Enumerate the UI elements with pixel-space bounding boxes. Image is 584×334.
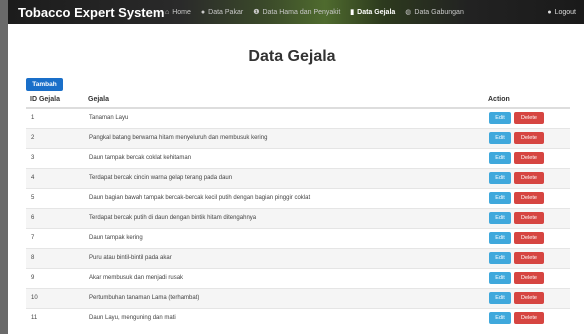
user-icon: ● — [547, 8, 552, 16]
table-row: 4 Terdapat bercak cincin warna gelap tera… — [26, 167, 570, 188]
cell-action: Edit Delete — [484, 307, 570, 328]
info-icon: ❶ — [253, 9, 260, 16]
delete-button[interactable]: Delete — [514, 152, 544, 164]
nav-item-label: Data Pakar — [208, 8, 244, 16]
table-row: 1 Tanaman Layu Edit Delete — [26, 107, 570, 128]
nav-item-label: Data Gabungan — [414, 8, 464, 16]
cell-action: Edit Delete — [484, 267, 570, 288]
table-row: 8 Puru atau bintil-bintil pada akar Edit De… — [26, 247, 570, 268]
table-row: 2 Pangkal batang berwarna hitam menyeluru… — [26, 127, 570, 148]
cell-id: 3 — [26, 147, 84, 168]
globe-icon: ◍ — [405, 9, 412, 16]
cell-gejala: Daun Layu, menguning dan mati — [84, 307, 484, 328]
cell-gejala: Terdapat bercak cincin warna gelap teran… — [84, 167, 484, 188]
cell-gejala: Daun tampak bercak coklat kehitaman — [84, 147, 484, 168]
delete-button[interactable]: Delete — [514, 272, 544, 284]
table-row: 9 Akar membusuk dan menjadi rusak Edit Dele… — [26, 267, 570, 288]
cell-id: 8 — [26, 247, 84, 268]
gejala-table: ID Gejala Gejala Action 1 Tanaman Layu Edi… — [26, 92, 570, 328]
cell-id: 9 — [26, 267, 84, 288]
header-gejala: Gejala — [84, 92, 484, 109]
cell-gejala: Daun bagian bawah tampak bercak-bercak k… — [84, 187, 484, 208]
nav-item-data-gabungan[interactable]: ◍ Data Gabungan — [400, 0, 469, 24]
cell-action: Edit Delete — [484, 287, 570, 308]
cell-action: Edit Delete — [484, 247, 570, 268]
cell-gejala: Daun tampak kering — [84, 227, 484, 248]
nav-item-label: Data Hama dan Penyakit — [262, 8, 341, 16]
table-row: 5 Daun bagian bawah tampak bercak-bercak … — [26, 187, 570, 208]
delete-button[interactable]: Delete — [514, 212, 544, 224]
cell-id: 7 — [26, 227, 84, 248]
edit-button[interactable]: Edit — [489, 192, 511, 204]
cell-id: 4 — [26, 167, 84, 188]
edit-button[interactable]: Edit — [489, 272, 511, 284]
nav-item-data-hama-dan-penyakit[interactable]: ❶ Data Hama dan Penyakit — [248, 0, 345, 24]
home-icon: ⌂ — [165, 8, 170, 16]
cell-action: Edit Delete — [484, 107, 570, 128]
table-row: 10 Pertumbuhan tanaman Lama (terhambat) Ed… — [26, 287, 570, 308]
edit-button[interactable]: Edit — [489, 252, 511, 264]
delete-button[interactable]: Delete — [514, 232, 544, 244]
cell-gejala: Pangkal batang berwarna hitam menyeluruh… — [84, 127, 484, 148]
cell-gejala: Tanaman Layu — [84, 107, 484, 128]
page-title: Data Gejala — [248, 48, 336, 65]
cell-action: Edit Delete — [484, 167, 570, 188]
cell-action: Edit Delete — [484, 187, 570, 208]
cell-action: Edit Delete — [484, 127, 570, 148]
table-row: 3 Daun tampak bercak coklat kehitaman Edit… — [26, 147, 570, 168]
nav-item-data-gejala[interactable]: ▮ Data Gejala — [345, 0, 400, 24]
brand-title: Tobacco Expert System — [18, 4, 165, 20]
header-id: ID Gejala — [26, 92, 84, 109]
delete-button[interactable]: Delete — [514, 292, 544, 304]
user-icon: ● — [200, 8, 206, 16]
delete-button[interactable]: Delete — [514, 172, 544, 184]
cell-gejala: Terdapat bercak putih di daun dengan bin… — [84, 207, 484, 228]
cell-action: Edit Delete — [484, 207, 570, 228]
header-action: Action — [484, 92, 570, 109]
cell-id: 1 — [26, 107, 84, 128]
cell-action: Edit Delete — [484, 147, 570, 168]
main-nav: ⌂ Home ● Data Pakar ❶ Data Hama dan Penyakit ▮… — [160, 0, 469, 24]
table-row: 6 Terdapat bercak putih di daun dengan bi… — [26, 207, 570, 228]
delete-button[interactable]: Delete — [514, 132, 544, 144]
delete-button[interactable]: Delete — [514, 192, 544, 204]
cell-id: 2 — [26, 127, 84, 148]
logout-label: Logout — [554, 8, 576, 16]
top-navbar: Tobacco Expert System ⌂ Home ● Data Pakar ❶ D… — [8, 0, 584, 24]
edit-button[interactable]: Edit — [489, 172, 511, 184]
delete-button[interactable]: Delete — [514, 112, 544, 125]
cell-gejala: Puru atau bintil-bintil pada akar — [84, 247, 484, 268]
cell-action: Edit Delete — [484, 227, 570, 248]
cell-id: 5 — [26, 187, 84, 208]
delete-button[interactable]: Delete — [514, 312, 544, 325]
document-icon: ▮ — [350, 9, 355, 16]
table-row: 7 Daun tampak kering Edit Delete — [26, 227, 570, 248]
cell-gejala: Akar membusuk dan menjadi rusak — [84, 267, 484, 288]
nav-item-home[interactable]: ⌂ Home — [160, 0, 196, 24]
edit-button[interactable]: Edit — [489, 152, 511, 164]
cell-id: 6 — [26, 207, 84, 228]
table-body: 1 Tanaman Layu Edit Delete 2 Pangkal batang b… — [26, 107, 570, 328]
edit-button[interactable]: Edit — [489, 132, 511, 144]
edit-button[interactable]: Edit — [489, 312, 511, 325]
cell-id: 11 — [26, 307, 84, 328]
brand[interactable]: Tobacco Expert System — [8, 5, 164, 20]
logout-link[interactable]: ● Logout — [547, 0, 576, 24]
edit-button[interactable]: Edit — [489, 292, 511, 304]
add-button[interactable]: Tambah — [26, 78, 63, 91]
table-row: 11 Daun Layu, menguning dan mati Edit Delet… — [26, 307, 570, 328]
edit-button[interactable]: Edit — [489, 232, 511, 244]
table-header-row: ID Gejala Gejala Action — [26, 92, 570, 109]
edit-button[interactable]: Edit — [489, 212, 511, 224]
cell-gejala: Pertumbuhan tanaman Lama (terhambat) — [84, 287, 484, 308]
cell-id: 10 — [26, 287, 84, 308]
edit-button[interactable]: Edit — [489, 112, 511, 125]
nav-item-data-pakar[interactable]: ● Data Pakar — [196, 0, 248, 24]
delete-button[interactable]: Delete — [514, 252, 544, 264]
nav-item-label: Home — [172, 8, 191, 16]
nav-item-label: Data Gejala — [357, 8, 396, 16]
